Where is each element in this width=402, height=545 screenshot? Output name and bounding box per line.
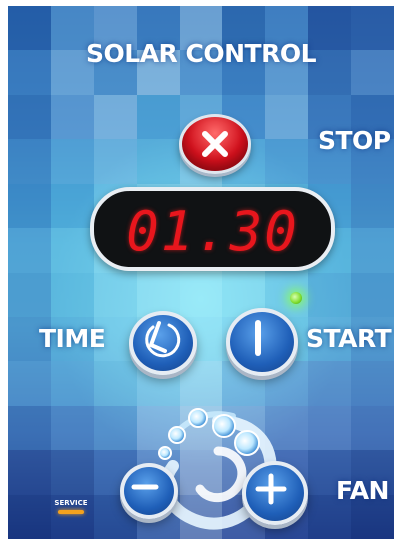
service-indicator: SERVICE	[51, 499, 91, 514]
fan-bubble	[188, 408, 208, 428]
time-display-digits: 01.30	[126, 200, 299, 263]
fan-bubble	[234, 430, 260, 456]
power-bar-icon	[255, 320, 261, 356]
service-led-icon	[58, 510, 84, 514]
fan-bubble	[158, 446, 172, 460]
close-x-icon	[202, 131, 228, 157]
time-label: TIME	[39, 324, 106, 353]
fan-bubble	[168, 426, 186, 444]
time-display: 01.30	[90, 187, 335, 271]
solar-control-panel: SOLAR CONTROL STOP 01.30 TIME START FAN …	[8, 6, 394, 539]
time-button[interactable]	[129, 311, 197, 375]
start-indicator-led-icon	[290, 292, 302, 304]
start-label: START	[306, 324, 392, 353]
start-button[interactable]	[226, 308, 298, 376]
fan-decrease-button[interactable]	[120, 463, 178, 519]
service-label: SERVICE	[54, 499, 88, 507]
plus-icon	[255, 473, 287, 505]
clock-icon	[145, 321, 181, 358]
fan-bubble	[212, 414, 236, 438]
panel-title: SOLAR CONTROL	[86, 39, 317, 68]
stop-label: STOP	[318, 126, 391, 155]
fan-label: FAN	[336, 476, 389, 505]
fan-increase-button[interactable]	[242, 461, 308, 525]
minus-icon	[131, 484, 159, 490]
stop-button[interactable]	[179, 114, 251, 174]
